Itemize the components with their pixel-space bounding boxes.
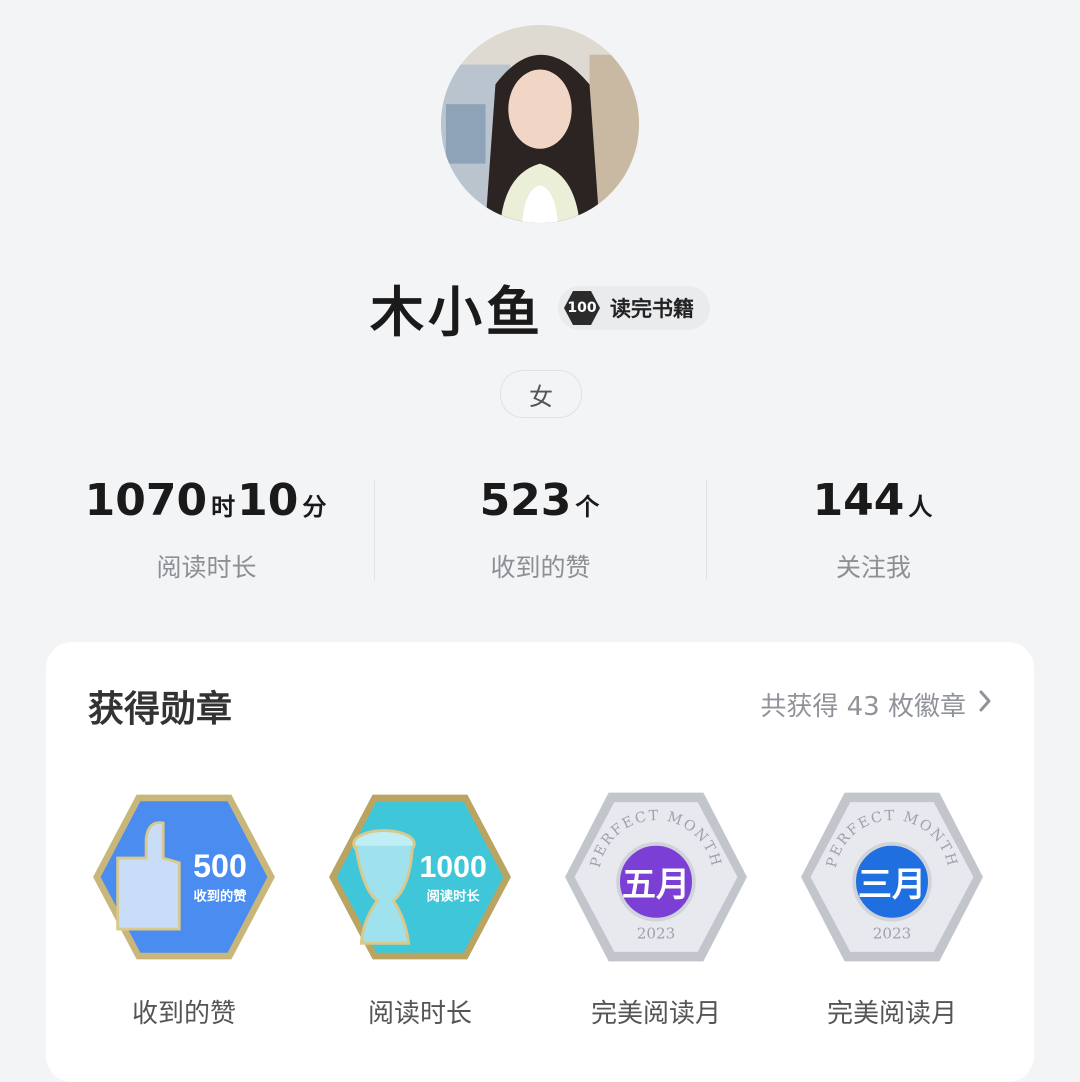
followers-unit: 人 <box>908 493 933 521</box>
reading-minutes-value: 10 <box>237 475 299 526</box>
followers-value: 144 <box>812 475 905 526</box>
chevron-right-icon <box>978 689 992 720</box>
medals-card: 获得勋章 共获得 43 枚徽章 500 收到的赞 收到的赞 1000 阅读时长 … <box>46 642 1034 1082</box>
reading-time-caption: 阅读时长 <box>156 553 257 582</box>
medal-likes-number: 500 <box>193 848 247 884</box>
books-read-badge[interactable]: 100 读完书籍 <box>558 285 710 330</box>
avatar-image <box>441 25 639 223</box>
likes-caption: 收到的赞 <box>490 553 591 582</box>
gender-tag: 女 <box>500 370 582 418</box>
thumbs-up-medal-icon: 500 收到的赞 <box>93 794 275 960</box>
medal-reading-time[interactable]: 1000 阅读时长 阅读时长 <box>320 787 520 1030</box>
reading-minutes-unit: 分 <box>302 493 327 521</box>
stats-row: 1070 时10 分 阅读时长 523 个 收到的赞 144 人 关注我 <box>40 470 1040 585</box>
medals-summary-text: 共获得 43 枚徽章 <box>760 692 966 722</box>
medals-summary-link[interactable]: 共获得 43 枚徽章 <box>760 686 992 723</box>
medal-likes-text: 收到的赞 <box>193 888 246 905</box>
profile-name: 木小鱼 <box>370 280 544 344</box>
books-read-label: 读完书籍 <box>610 296 694 321</box>
medal-reading-text: 阅读时长 <box>427 888 481 905</box>
medal-may-year: 2023 <box>637 925 676 943</box>
medal-perfect-month-may[interactable]: PERFECT MONTH 五月 2023 完美阅读月 <box>556 787 756 1030</box>
cup-medal-icon: 1000 阅读时长 <box>329 794 511 960</box>
medal-may-center-text: 五月 <box>622 865 690 905</box>
books-read-count: 100 <box>567 299 597 316</box>
stat-likes[interactable]: 523 个 收到的赞 <box>374 470 707 585</box>
perfect-month-medal-icon: PERFECT MONTH 三月 2023 <box>801 792 983 962</box>
medal-reading-number: 1000 <box>419 851 486 884</box>
medal-march-year: 2023 <box>873 925 912 943</box>
medal-reading-time-label: 阅读时长 <box>367 999 472 1029</box>
reading-hours-value: 1070 <box>84 475 208 526</box>
stat-reading-time[interactable]: 1070 时10 分 阅读时长 <box>40 470 373 585</box>
medal-perfect-month-label: 完美阅读月 <box>826 999 957 1029</box>
medal-likes-label: 收到的赞 <box>131 999 236 1029</box>
medal-perfect-month-label: 完美阅读月 <box>590 999 721 1029</box>
reading-hours-unit: 时 <box>211 493 236 521</box>
likes-unit: 个 <box>575 493 600 521</box>
profile-name-row: 木小鱼 100 读完书籍 <box>0 268 1080 347</box>
medal-perfect-month-march[interactable]: PERFECT MONTH 三月 2023 完美阅读月 <box>792 787 992 1030</box>
avatar[interactable] <box>441 25 639 223</box>
medal-likes[interactable]: 500 收到的赞 收到的赞 <box>84 787 284 1030</box>
medals-title: 获得勋章 <box>88 689 233 730</box>
perfect-month-medal-icon: PERFECT MONTH 五月 2023 <box>565 792 747 962</box>
likes-value: 523 <box>479 475 572 526</box>
hexagon-count-icon: 100 <box>562 288 602 328</box>
followers-caption: 关注我 <box>835 553 911 582</box>
medal-march-center-text: 三月 <box>858 865 926 905</box>
stat-followers[interactable]: 144 人 关注我 <box>707 470 1040 585</box>
